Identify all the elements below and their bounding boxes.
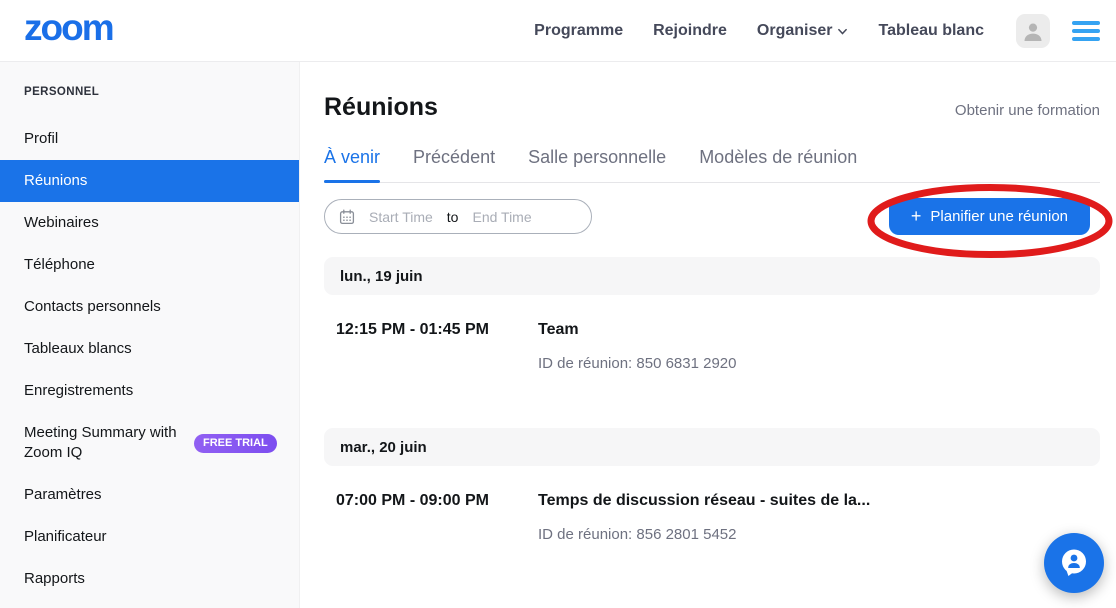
end-time-placeholder[interactable]: End Time [472,209,531,225]
sidebar-item-label: Webinaires [24,213,99,233]
free-trial-badge: FREE TRIAL [194,434,277,453]
nav-tableau-blanc-label: Tableau blanc [878,22,984,40]
meeting-title[interactable]: Temps de discussion réseau - suites de l… [538,492,870,510]
sidebar-item-planificateur[interactable]: Planificateur [0,516,299,558]
meeting-row[interactable]: 07:00 PM - 09:00 PM Temps de discussion … [324,482,1100,543]
zoom-logo[interactable]: zoom [24,9,113,52]
sidebar-item-contacts-personnels[interactable]: Contacts personnels [0,286,299,328]
schedule-meeting-label: Planifier une réunion [930,208,1068,225]
sidebar-item-tableaux-blancs[interactable]: Tableaux blancs [0,328,299,370]
top-header: zoom Programme Rejoindre Organiser Table… [0,0,1116,62]
sidebar-item-label: Contacts personnels [24,297,161,317]
meeting-row[interactable]: 12:15 PM - 01:45 PM Team ID de réunion: … [324,311,1100,372]
header-nav: Programme Rejoindre Organiser Tableau bl… [534,22,984,40]
date-range-separator: to [447,209,459,225]
calendar-icon [339,209,355,225]
nav-programme[interactable]: Programme [534,22,623,40]
sidebar-item-label: Téléphone [24,255,95,275]
sidebar-item-telephone[interactable]: Téléphone [0,244,299,286]
meetings-tabs: À venir Précédent Salle personnelle Modè… [324,147,1100,183]
hamburger-menu-icon[interactable] [1072,21,1100,41]
chevron-down-icon [837,26,848,37]
day-header-mar-20-juin: mar., 20 juin [324,428,1100,466]
sidebar-item-label: Paramètres [24,485,102,505]
day-header-lun-19-juin: lun., 19 juin [324,257,1100,295]
schedule-meeting-button[interactable]: + Planifier une réunion [889,198,1090,235]
sidebar-item-parametres[interactable]: Paramètres [0,474,299,516]
sidebar-item-enregistrements[interactable]: Enregistrements [0,370,299,412]
sidebar-item-label: Profil [24,129,58,149]
sidebar-item-meeting-summary[interactable]: Meeting Summary with Zoom IQ FREE TRIAL [0,412,299,474]
sidebar-item-reunions[interactable]: Réunions [0,160,299,202]
date-range-input[interactable]: Start Time to End Time [324,199,592,234]
sidebar-section-personnel: PERSONNEL [24,86,299,98]
training-link[interactable]: Obtenir une formation [955,102,1100,119]
meeting-time: 07:00 PM - 09:00 PM [336,482,538,543]
sidebar-item-label: Planificateur [24,527,107,547]
meeting-id: ID de réunion: 856 2801 5452 [538,526,870,543]
sidebar-item-label: Tableaux blancs [24,339,132,359]
tab-precedent[interactable]: Précédent [413,147,495,182]
sidebar-item-profil[interactable]: Profil [0,118,299,160]
sidebar: PERSONNEL Profil Réunions Webinaires Tél… [0,62,300,608]
main-content: Réunions Obtenir une formation À venir P… [300,62,1116,608]
filter-row: Start Time to End Time + Planifier une r… [324,198,1100,235]
sidebar-item-rapports[interactable]: Rapports [0,558,299,600]
user-avatar[interactable] [1016,14,1050,48]
support-chat-icon [1056,545,1092,581]
sidebar-item-label: Meeting Summary with Zoom IQ [24,423,182,464]
nav-organiser-label: Organiser [757,22,833,40]
tab-modeles-de-reunion[interactable]: Modèles de réunion [699,147,857,182]
support-chat-button[interactable] [1044,533,1104,593]
page-title: Réunions [324,93,438,122]
tab-salle-personnelle[interactable]: Salle personnelle [528,147,666,182]
nav-programme-label: Programme [534,22,623,40]
sidebar-item-label: Réunions [24,171,87,191]
sidebar-item-webinaires[interactable]: Webinaires [0,202,299,244]
nav-rejoindre[interactable]: Rejoindre [653,22,727,40]
sidebar-item-label: Rapports [24,569,85,589]
plus-icon: + [911,207,922,225]
meeting-time: 12:15 PM - 01:45 PM [336,311,538,372]
user-avatar-icon [1021,19,1045,43]
meeting-title[interactable]: Team [538,321,737,339]
tab-a-venir[interactable]: À venir [324,147,380,182]
nav-organiser[interactable]: Organiser [757,22,849,40]
sidebar-item-label: Enregistrements [24,381,133,401]
meeting-id: ID de réunion: 850 6831 2920 [538,355,737,372]
start-time-placeholder[interactable]: Start Time [369,209,433,225]
nav-rejoindre-label: Rejoindre [653,22,727,40]
nav-tableau-blanc[interactable]: Tableau blanc [878,22,984,40]
